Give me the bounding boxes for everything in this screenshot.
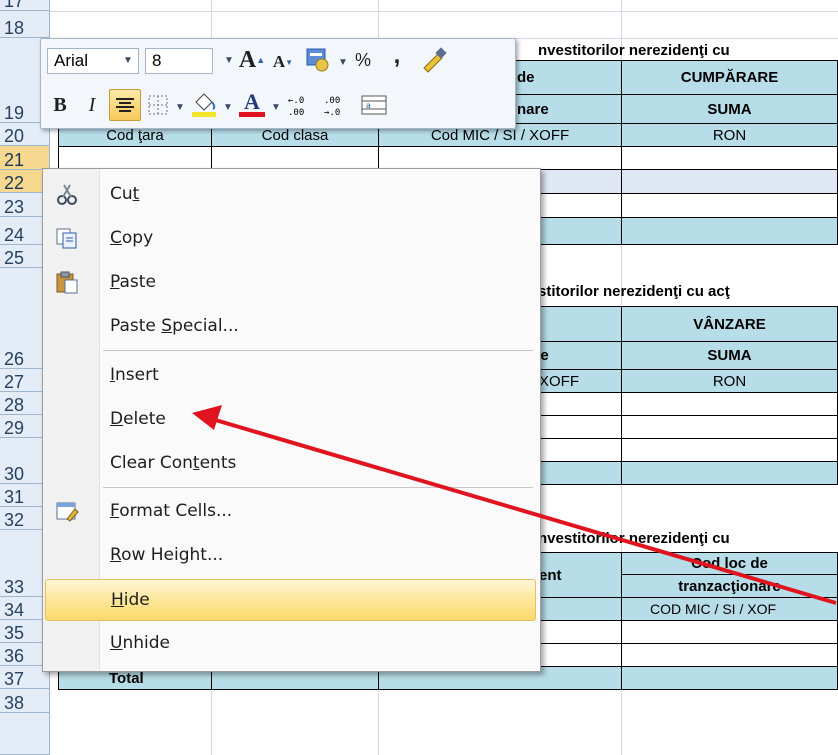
arrow-shaft [211, 417, 837, 605]
arrow-head-icon [192, 405, 222, 430]
annotation-arrow [192, 405, 837, 605]
